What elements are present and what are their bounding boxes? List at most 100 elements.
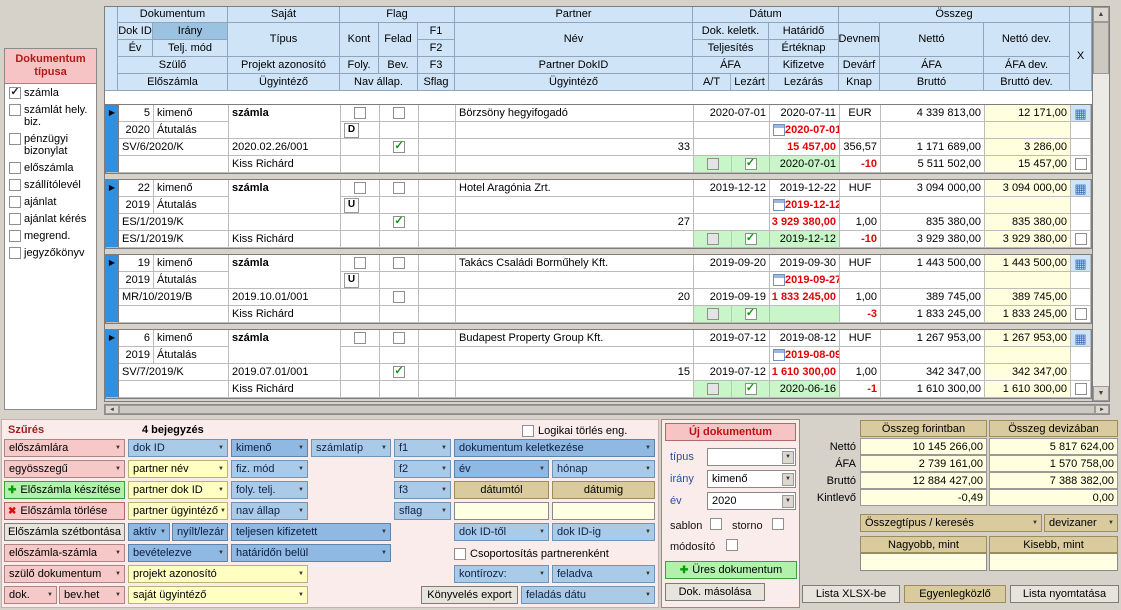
date-from-input[interactable] <box>454 502 549 520</box>
col-header-nav-allap[interactable]: Nav állap. <box>340 74 418 91</box>
lezart-checkbox[interactable] <box>745 158 757 170</box>
col-header-kifizetve[interactable]: Kifizetve <box>769 57 839 74</box>
row-select-checkbox[interactable] <box>1075 158 1087 170</box>
row-select-checkbox[interactable] <box>1075 383 1087 395</box>
row-select-checkbox[interactable] <box>1075 233 1087 245</box>
col-header-devnem[interactable]: Devnem <box>839 23 880 57</box>
col-header-tipus[interactable]: Típus <box>228 23 340 57</box>
filter-irany[interactable]: kimenő <box>231 439 308 457</box>
col-header-sflag[interactable]: Sflag <box>418 74 455 91</box>
col-header-afa-dev[interactable]: ÁFA dev. <box>984 57 1070 74</box>
col-header-hatarido[interactable]: Határidő <box>769 23 839 40</box>
doc-type-item-eloszamla[interactable]: előszámla <box>5 159 96 176</box>
kont-checkbox[interactable] <box>354 257 366 269</box>
details-button[interactable]: ▦ <box>1071 180 1091 197</box>
col-header-lezart[interactable]: Lezárt <box>730 74 768 90</box>
logical-delete-toggle[interactable]: Logikai törlés eng. <box>522 423 627 439</box>
group-by-partner-checkbox[interactable] <box>454 548 466 560</box>
filter-dok-keletkezese[interactable]: dokumentum keletkezése <box>454 439 655 457</box>
col-header-afa[interactable]: ÁFA <box>880 57 984 74</box>
col-header-bev[interactable]: Bev. <box>379 57 418 74</box>
horizontal-scrollbar[interactable]: ◄ ► <box>104 404 1110 415</box>
filter-f3[interactable]: f3 <box>394 481 451 499</box>
filter-bevetelezve[interactable]: bevételezve <box>128 544 228 562</box>
filter-hataridon-belul[interactable]: határidőn belül <box>231 544 391 562</box>
storno-checkbox[interactable] <box>772 518 784 530</box>
template-checkbox[interactable] <box>710 518 722 530</box>
lezart-checkbox[interactable] <box>745 308 757 320</box>
row-select-checkbox[interactable] <box>1075 308 1087 320</box>
felad-checkbox[interactable] <box>393 332 405 344</box>
doc-type-checkbox[interactable] <box>9 247 21 259</box>
hscrollbar-thumb[interactable] <box>119 405 1095 414</box>
kont-checkbox[interactable] <box>354 107 366 119</box>
doc-type-checkbox[interactable] <box>9 133 21 145</box>
doc-type-checkbox[interactable] <box>9 104 21 116</box>
doc-type-item-penzugyi-bizonylat[interactable]: pénzügyi bizonylat <box>5 130 96 159</box>
felad-checkbox[interactable] <box>393 182 405 194</box>
col-header-teljesites[interactable]: Teljesítés <box>693 40 769 57</box>
record-selector[interactable]: ▶ <box>106 105 119 173</box>
empty-document-button[interactable]: ✚Üres dokumentum <box>665 561 797 579</box>
col-header-ugyintezo[interactable]: Ügyintéző <box>228 74 340 91</box>
filter-teljesen-kifizetett[interactable]: teljesen kifizetett <box>231 523 391 541</box>
filter-feladas-datum[interactable]: feladás dátu <box>521 586 655 604</box>
filter-honap[interactable]: hónap <box>552 460 655 478</box>
bev-checkbox[interactable] <box>393 216 405 228</box>
filter-eloszamlara[interactable]: előszámlára <box>4 439 125 457</box>
col-header-f2[interactable]: F2 <box>418 40 455 57</box>
details-button[interactable]: ▦ <box>1071 105 1091 122</box>
filter-sajat-ugyintezo[interactable]: saját ügyintéző <box>128 586 308 604</box>
col-header-at[interactable]: A/T <box>693 74 730 90</box>
lezart-checkbox[interactable] <box>745 383 757 395</box>
sum-type-select[interactable]: Összegtípus / keresés <box>860 514 1042 532</box>
doc-type-checkbox[interactable] <box>9 179 21 191</box>
col-header-dok-keletk[interactable]: Dok. keletk. <box>693 23 769 40</box>
calendar-icon[interactable] <box>773 349 785 361</box>
list-xlsx-button[interactable]: Lista XLSX-be <box>802 585 900 603</box>
doc-type-checkbox[interactable] <box>9 230 21 242</box>
filter-dok-id[interactable]: dok ID <box>128 439 228 457</box>
scrollbar-track[interactable] <box>1093 74 1109 386</box>
filter-partner-nev[interactable]: partner név <box>128 460 228 478</box>
scroll-down-button[interactable]: ▼ <box>1093 386 1109 401</box>
filter-dok-id-tol[interactable]: dok ID-től <box>454 523 549 541</box>
filter-feladva[interactable]: feladva <box>552 565 655 583</box>
doc-type-item-szallitolevel[interactable]: szállítólevél <box>5 176 96 193</box>
doc-type-item-ajanlat[interactable]: ajánlat <box>5 193 96 210</box>
scroll-left-button[interactable]: ◄ <box>105 405 119 414</box>
doc-type-checkbox[interactable] <box>9 162 21 174</box>
col-header-eloszamla[interactable]: Előszámla <box>118 74 228 91</box>
filter-aktiv[interactable]: aktív <box>128 523 170 541</box>
accounting-export-button[interactable]: Könyvelés export <box>421 586 518 604</box>
filter-szulo-dokumentum[interactable]: szülő dokumentum <box>4 565 125 583</box>
filter-foly-telj[interactable]: foly. telj. <box>231 481 308 499</box>
scrollbar-thumb[interactable] <box>1093 22 1109 74</box>
filter-ev[interactable]: év <box>454 460 549 478</box>
calendar-icon[interactable] <box>773 274 785 286</box>
doc-type-item-szamlat-hely-biz[interactable]: számlát hely. biz. <box>5 101 96 130</box>
at-checkbox[interactable] <box>707 233 719 245</box>
col-header-brutto[interactable]: Bruttó <box>880 74 984 91</box>
details-button[interactable]: ▦ <box>1071 255 1091 272</box>
balance-report-button[interactable]: Egyenlegközlő <box>904 585 1006 603</box>
calendar-icon[interactable] <box>773 199 785 211</box>
kont-checkbox[interactable] <box>354 182 366 194</box>
col-header-f3[interactable]: F3 <box>418 57 455 74</box>
filter-nav-allap[interactable]: nav állap <box>231 502 308 520</box>
col-header-knap[interactable]: Knap <box>839 74 880 91</box>
record-selector[interactable]: ▶ <box>106 330 119 398</box>
filter-fiz-mod[interactable]: fiz. mód <box>231 460 308 478</box>
col-header-partner-dokid[interactable]: Partner DokID <box>455 57 693 74</box>
doc-type-checkbox[interactable] <box>9 213 21 225</box>
filter-f1[interactable]: f1 <box>394 439 451 457</box>
doc-type-item-jegyzokonyv[interactable]: jegyzőkönyv <box>5 244 96 261</box>
scroll-up-button[interactable]: ▲ <box>1093 7 1109 22</box>
create-eloszamla-button[interactable]: ✚Előszámla készítése <box>4 481 125 499</box>
col-header-szulo[interactable]: Szülő <box>118 57 228 74</box>
details-button[interactable]: ▦ <box>1071 330 1091 347</box>
lezart-checkbox[interactable] <box>745 233 757 245</box>
at-checkbox[interactable] <box>707 158 719 170</box>
kont-checkbox[interactable] <box>354 332 366 344</box>
group-by-partner-toggle[interactable]: Csoportosítás partnerenként <box>454 546 609 562</box>
